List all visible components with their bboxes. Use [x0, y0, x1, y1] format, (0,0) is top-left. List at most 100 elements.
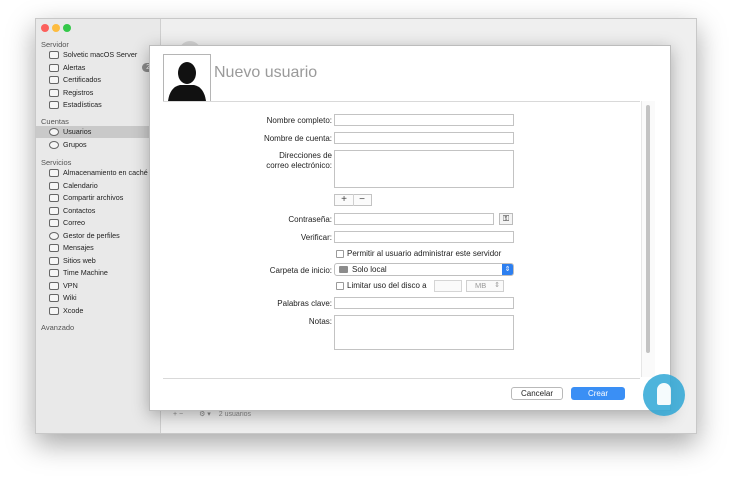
- sidebar-item-label: Gestor de perfiles: [63, 230, 120, 240]
- sidebar-item-label: Compartir archivos: [63, 193, 124, 202]
- home-folder-select[interactable]: Solo local ⇕: [334, 263, 514, 276]
- sidebar-item-solvetic-macos-server[interactable]: Solvetic macOS Server: [36, 49, 160, 61]
- websites-icon: [49, 256, 59, 265]
- password-label: Contraseña:: [288, 215, 332, 224]
- sidebar-item-label: Alertas: [63, 62, 86, 72]
- sidebar-item-vpn[interactable]: VPN: [36, 280, 160, 292]
- home-folder-label: Carpeta de inicio:: [269, 266, 332, 275]
- section-header-servicios: Servicios: [41, 158, 72, 167]
- account-name-label: Nombre de cuenta:: [263, 134, 332, 143]
- sidebar-item-label: Calendario: [63, 180, 98, 190]
- sidebar-item-contactos[interactable]: Contactos: [36, 205, 160, 217]
- new-user-dialog: Nuevo usuario Nombre completo: Nombre de…: [149, 45, 671, 411]
- keywords-label: Palabras clave:: [277, 299, 332, 308]
- sidebar-item-label: Correo: [63, 218, 85, 227]
- sidebar-item-almacenamiento-en-cach-[interactable]: Almacenamiento en caché: [36, 167, 160, 179]
- gear-icon[interactable]: ⚙ ▾: [199, 411, 211, 418]
- sidebar-item-registros[interactable]: Registros: [36, 87, 160, 99]
- sidebar-item-alertas[interactable]: Alertas2: [36, 62, 160, 74]
- add-email-button[interactable]: +: [335, 194, 354, 206]
- verify-password-input[interactable]: [334, 231, 514, 243]
- sidebar-item-calendario[interactable]: Calendario: [36, 180, 160, 192]
- mail-icon: [49, 219, 59, 227]
- contacts-icon: [49, 206, 59, 215]
- minimize-window-button[interactable]: [52, 24, 60, 32]
- dialog-title: Nuevo usuario: [214, 64, 318, 81]
- file-sharing-icon: [49, 194, 59, 202]
- admin-checkbox[interactable]: [336, 250, 344, 258]
- remove-email-button[interactable]: −: [353, 194, 371, 206]
- full-name-label: Nombre completo:: [266, 116, 332, 125]
- user-silhouette-icon: [168, 62, 206, 101]
- sidebar-item-label: Certificados: [63, 75, 101, 84]
- chevron-up-down-icon: ⇕: [502, 264, 513, 275]
- scrollbar-thumb[interactable]: [646, 105, 650, 353]
- section-header-cuentas: Cuentas: [41, 117, 69, 126]
- sidebar-item-label: Solvetic macOS Server: [63, 50, 138, 59]
- disk-unit-value: MB: [475, 281, 487, 290]
- watermark-logo: [643, 374, 685, 416]
- background-footer: + − ⚙ ▾ 2 usuarios: [173, 410, 251, 418]
- password-assistant-key-icon[interactable]: ⚿: [499, 213, 513, 225]
- user-photo-well[interactable]: [163, 54, 211, 102]
- verify-label: Verificar:: [300, 233, 332, 242]
- sidebar: Servidor Solvetic macOS Server Alertas2Ce…: [36, 19, 161, 433]
- sidebar-item-label: Almacenamiento en caché: [63, 168, 148, 177]
- sidebar-item-correo[interactable]: Correo: [36, 217, 160, 229]
- sidebar-item-label: VPN: [63, 280, 78, 290]
- user-icon: [49, 128, 59, 136]
- chevron-up-down-icon: ⇕: [494, 282, 500, 289]
- full-name-input[interactable]: [334, 114, 514, 126]
- email-addresses-list[interactable]: [334, 150, 514, 188]
- cancel-button[interactable]: Cancelar: [511, 387, 563, 400]
- server-icon: [49, 51, 59, 59]
- create-button[interactable]: Crear: [571, 387, 625, 400]
- notes-textarea[interactable]: [334, 315, 514, 350]
- wiki-icon: [49, 294, 59, 302]
- calendar-icon: [49, 181, 59, 190]
- vpn-icon: [49, 281, 59, 290]
- certificate-icon: [49, 76, 59, 84]
- drive-icon: [339, 266, 348, 273]
- sidebar-item-wiki[interactable]: Wiki: [36, 292, 160, 304]
- disk-limit-input[interactable]: [434, 280, 462, 292]
- zoom-window-button[interactable]: [63, 24, 71, 32]
- sidebar-item-gestor-de-perfiles[interactable]: Gestor de perfiles: [36, 230, 160, 242]
- email-label-line2: correo electrónico:: [266, 161, 332, 170]
- sidebar-item-usuarios[interactable]: Usuarios: [36, 126, 160, 138]
- password-input[interactable]: [334, 213, 494, 225]
- keywords-input[interactable]: [334, 297, 514, 309]
- stats-icon: [49, 101, 59, 109]
- email-add-remove-control: + −: [334, 194, 372, 206]
- user-count-label: 2 usuarios: [218, 411, 252, 418]
- sidebar-item-xcode[interactable]: Xcode: [36, 305, 160, 317]
- sidebar-item-estad-sticas[interactable]: Estadísticas: [36, 99, 160, 111]
- sidebar-item-grupos[interactable]: Grupos: [36, 139, 160, 151]
- messages-icon: [49, 244, 59, 252]
- account-name-input[interactable]: [334, 132, 514, 144]
- time-machine-icon: [49, 269, 59, 277]
- close-window-button[interactable]: [41, 24, 49, 32]
- add-user-footer-button[interactable]: + −: [173, 411, 183, 418]
- sidebar-item-label: Xcode: [63, 305, 84, 315]
- sidebar-item-label: Registros: [63, 87, 94, 97]
- group-icon: [49, 140, 59, 149]
- sidebar-item-compartir-archivos[interactable]: Compartir archivos: [36, 192, 160, 204]
- email-label-line1: Direcciones de: [279, 151, 332, 160]
- sidebar-item-certificados[interactable]: Certificados: [36, 74, 160, 86]
- section-header-servidor: Servidor: [41, 40, 69, 49]
- form-scrollbar[interactable]: [641, 101, 655, 377]
- limit-disk-checkbox[interactable]: [336, 282, 344, 290]
- admin-checkbox-label[interactable]: Permitir al usuario administrar este ser…: [347, 249, 501, 258]
- sidebar-item-mensajes[interactable]: Mensajes: [36, 242, 160, 254]
- section-header-avanzado[interactable]: Avanzado: [41, 323, 74, 332]
- watermark-shape: [657, 383, 671, 405]
- sidebar-item-label: Wiki: [63, 293, 77, 302]
- notes-label: Notas:: [308, 317, 332, 326]
- cache-icon: [49, 169, 59, 177]
- limit-disk-label[interactable]: Limitar uso del disco a: [347, 281, 427, 290]
- profile-manager-icon: [49, 231, 59, 240]
- disk-unit-select[interactable]: MB ⇕: [466, 280, 504, 292]
- sidebar-item-time-machine[interactable]: Time Machine: [36, 267, 160, 279]
- sidebar-item-sitios-web[interactable]: Sitios web: [36, 255, 160, 267]
